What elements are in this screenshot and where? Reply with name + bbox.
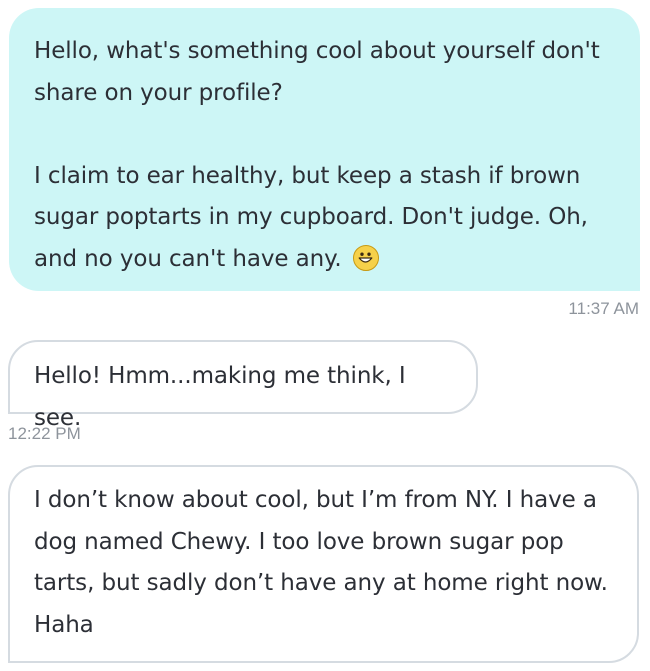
message-text: Hello, what's something cool about yours… [34, 38, 600, 106]
incoming-message-bubble[interactable]: Hello! Hmm...making me think, I see. [8, 340, 478, 431]
message-timestamp: 11:37 AM [568, 299, 639, 318]
message-text: Hello! Hmm...making me think, I see. [34, 363, 406, 431]
incoming-message-bubble[interactable]: I don’t know about cool, but I’m from NY… [8, 465, 639, 663]
message-timestamp: 12:22 PM [8, 424, 81, 443]
message-text: I don’t know about cool, but I’m from NY… [34, 487, 608, 638]
grinning-face-icon [352, 244, 379, 271]
message-text-span: I claim to ear healthy, but keep a stash… [34, 162, 588, 272]
message-text: I claim to ear healthy, but keep a stash… [34, 156, 616, 281]
outgoing-message-bubble[interactable]: Hello, what's something cool about yours… [9, 8, 640, 291]
